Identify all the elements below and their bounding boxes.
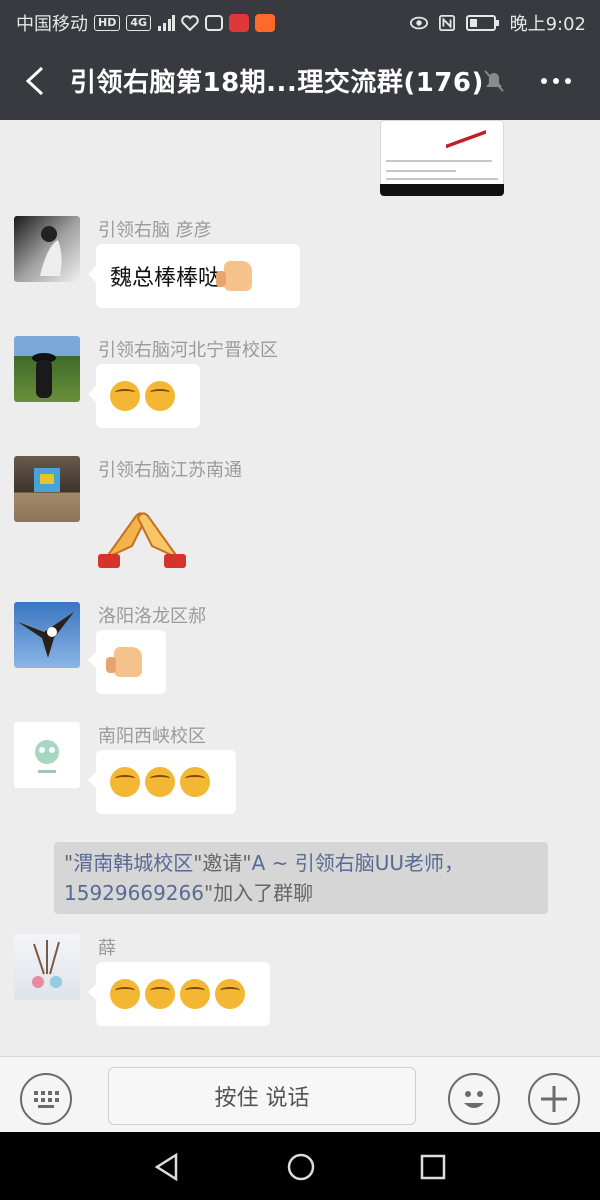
sender-name: 引领右脑江苏南通 [98,460,242,481]
mute-bell-icon [484,70,504,92]
thumbs-up-icon [106,647,142,677]
chat-title: 引领右脑第18期...理交流群(176) [70,68,484,98]
xiaohongshu-icon [229,14,250,32]
emoji-button[interactable] [448,1073,500,1125]
image-bottom-bar [380,184,504,196]
sender-name: 薛 [98,938,116,959]
nav-home-icon[interactable] [284,1150,318,1184]
keyboard-icon [34,1091,59,1108]
blushing-face-icon [110,979,140,1009]
sender-name: 南阳西峡校区 [98,726,206,747]
thumbs-up-icon [216,261,253,291]
video-app-icon [255,14,276,32]
sender-name: 引领右脑河北宁晋校区 [98,340,278,361]
avatar[interactable] [14,336,80,402]
image-text-line [386,178,498,180]
person-photo-icon [32,353,56,398]
smiley-icon [464,1091,484,1108]
system-nav-bar [0,1132,600,1200]
blushing-face-icon [180,979,210,1009]
blushing-face-icon [180,767,210,797]
nav-recents-icon[interactable] [416,1150,450,1184]
clock-label: 晚上9:02 [509,14,586,35]
image-text-line [386,170,456,172]
blushing-face-icon [215,979,245,1009]
keyboard-toggle-button[interactable] [20,1073,72,1125]
hd-badge: HD [94,15,121,31]
blushing-face-icon [145,979,175,1009]
plus-icon [541,1086,567,1112]
carrier-label: 中国移动 [16,14,88,35]
blushing-face-icon [110,767,140,797]
message-bubble[interactable] [88,962,270,1026]
sender-name: 引领右脑 彦彦 [98,220,212,241]
more-icon[interactable] [536,64,576,98]
quote-mark: " [203,881,214,905]
input-bar: 按住 说话 [0,1056,600,1133]
logo-photo-icon [34,468,60,492]
blushing-face-icon [110,381,140,411]
avatar[interactable] [14,722,80,788]
back-arrow-icon[interactable] [18,62,54,100]
system-join-notice: "渭南韩城校区"邀请"A ~ 引领右脑UU老师，15929669266"加入了群… [54,842,548,914]
person-photo-icon [40,226,62,276]
avatar[interactable] [14,216,80,282]
app-icon [205,15,224,31]
image-message[interactable] [380,120,504,196]
quote-mark: "邀请" [193,851,252,875]
network-badge: 4G [126,15,152,31]
signal-icon [158,15,176,31]
image-text-line [386,160,492,162]
owl-logo-icon [35,740,59,773]
decor-photo-icon [32,940,62,988]
more-actions-button[interactable] [528,1073,580,1125]
heartbeat-icon [181,15,199,31]
image-red-mark [446,128,486,150]
avatar[interactable] [14,934,80,1000]
sender-name: 洛阳洛龙区郝 [98,606,206,627]
message-bubble[interactable] [88,750,236,814]
message-bubble[interactable]: 魏总棒棒哒 [88,244,300,308]
quote-mark: " [64,851,74,875]
eye-icon [409,16,428,30]
join-text: 加入了群聊 [213,881,314,905]
battery-icon [465,15,499,31]
chat-header: 引领右脑第18期...理交流群(176) [0,42,600,120]
message-text: 魏总棒棒哒 [110,266,221,291]
chat-message-list[interactable]: 引领右脑 彦彦 魏总棒棒哒 引领右脑河北宁晋校区 引领右脑江苏南通 洛阳洛龙区郝… [0,120,600,1056]
inviter-link[interactable]: 渭南韩城校区 [73,851,193,875]
nav-back-icon[interactable] [150,1150,184,1184]
eagle-photo-icon [18,612,74,658]
avatar[interactable] [14,456,80,522]
message-bubble[interactable] [88,364,200,428]
blushing-face-icon [145,767,175,797]
status-bar: 中国移动 HD 4G 晚上9:02 [0,0,600,42]
message-bubble[interactable] [88,630,166,694]
blushing-face-icon [145,381,175,411]
nfc-icon [438,15,455,31]
clapping-hands-icon[interactable] [96,496,188,574]
avatar[interactable] [14,602,80,668]
hold-to-talk-button[interactable]: 按住 说话 [108,1067,416,1125]
